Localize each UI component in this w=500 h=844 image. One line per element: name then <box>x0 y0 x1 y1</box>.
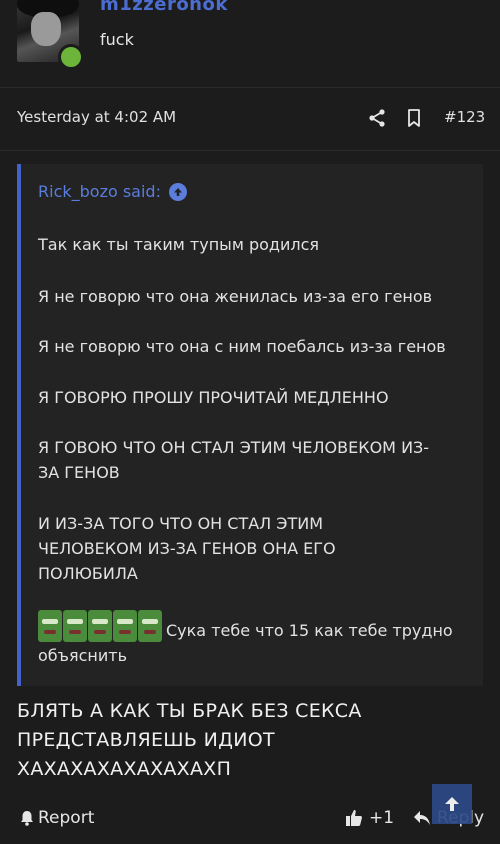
post-date-link[interactable]: Yesterday at 4:02 AM <box>17 108 176 126</box>
quote-last-line: Сука тебе что 15 как тебе трудно объясни… <box>38 621 453 665</box>
arrow-up-icon <box>445 797 459 811</box>
post-actions: Report +1 Reply <box>0 800 500 840</box>
quote-header[interactable]: Rick_bozo said: <box>38 182 187 201</box>
quote-line: Я ГОВОРЮ ПРОШУ ПРОЧИТАЙ МЕДЛЕННО <box>38 388 389 407</box>
post-meta: Yesterday at 4:02 AM #123 <box>0 104 500 134</box>
like-count: +1 <box>369 808 395 828</box>
post-message: БЛЯТЬ А КАК ТЫ БРАК БЕЗ СЕКСА ПРЕДСТАВЛЯ… <box>17 700 362 780</box>
quote-block: Rick_bozo said: Так как ты таким тупым р… <box>17 164 483 686</box>
quote-author[interactable]: Rick_bozo said: <box>38 182 161 201</box>
online-status-icon <box>58 44 84 70</box>
divider <box>0 150 500 151</box>
report-button[interactable]: Report <box>20 808 94 828</box>
username-link[interactable]: m1zzeronok <box>100 0 228 15</box>
reply-icon <box>414 811 430 825</box>
quote-line: Я не говорю что она с ним поебалсь из-за… <box>38 337 446 356</box>
quote-line: Я ГОВОЮ ЧТО ОН СТАЛ ЭТИМ ЧЕЛОВЕКОМ ИЗ-ЗА… <box>38 438 430 482</box>
report-label: Report <box>38 808 95 828</box>
bookmark-icon[interactable] <box>405 108 423 128</box>
like-button[interactable]: +1 <box>345 808 394 828</box>
post-number-link[interactable]: #123 <box>444 108 485 126</box>
thumbs-up-icon <box>346 810 362 826</box>
bell-icon <box>21 811 33 826</box>
quote-line: Так как ты таким тупым родился <box>38 235 320 254</box>
share-icon[interactable] <box>367 108 387 128</box>
quote-line: И ИЗ-ЗА ТОГО ЧТО ОН СТАЛ ЭТИМ ЧЕЛОВЕКОМ … <box>38 514 336 583</box>
scroll-to-top-button[interactable] <box>432 784 472 824</box>
divider <box>0 87 500 88</box>
post-author: m1zzeronok fuck <box>0 0 500 80</box>
user-title: fuck <box>100 30 134 49</box>
avatar-hand <box>31 12 61 46</box>
quote-line: Я не говорю что она женилась из-за его г… <box>38 287 433 306</box>
arrow-up-icon[interactable] <box>168 182 187 201</box>
